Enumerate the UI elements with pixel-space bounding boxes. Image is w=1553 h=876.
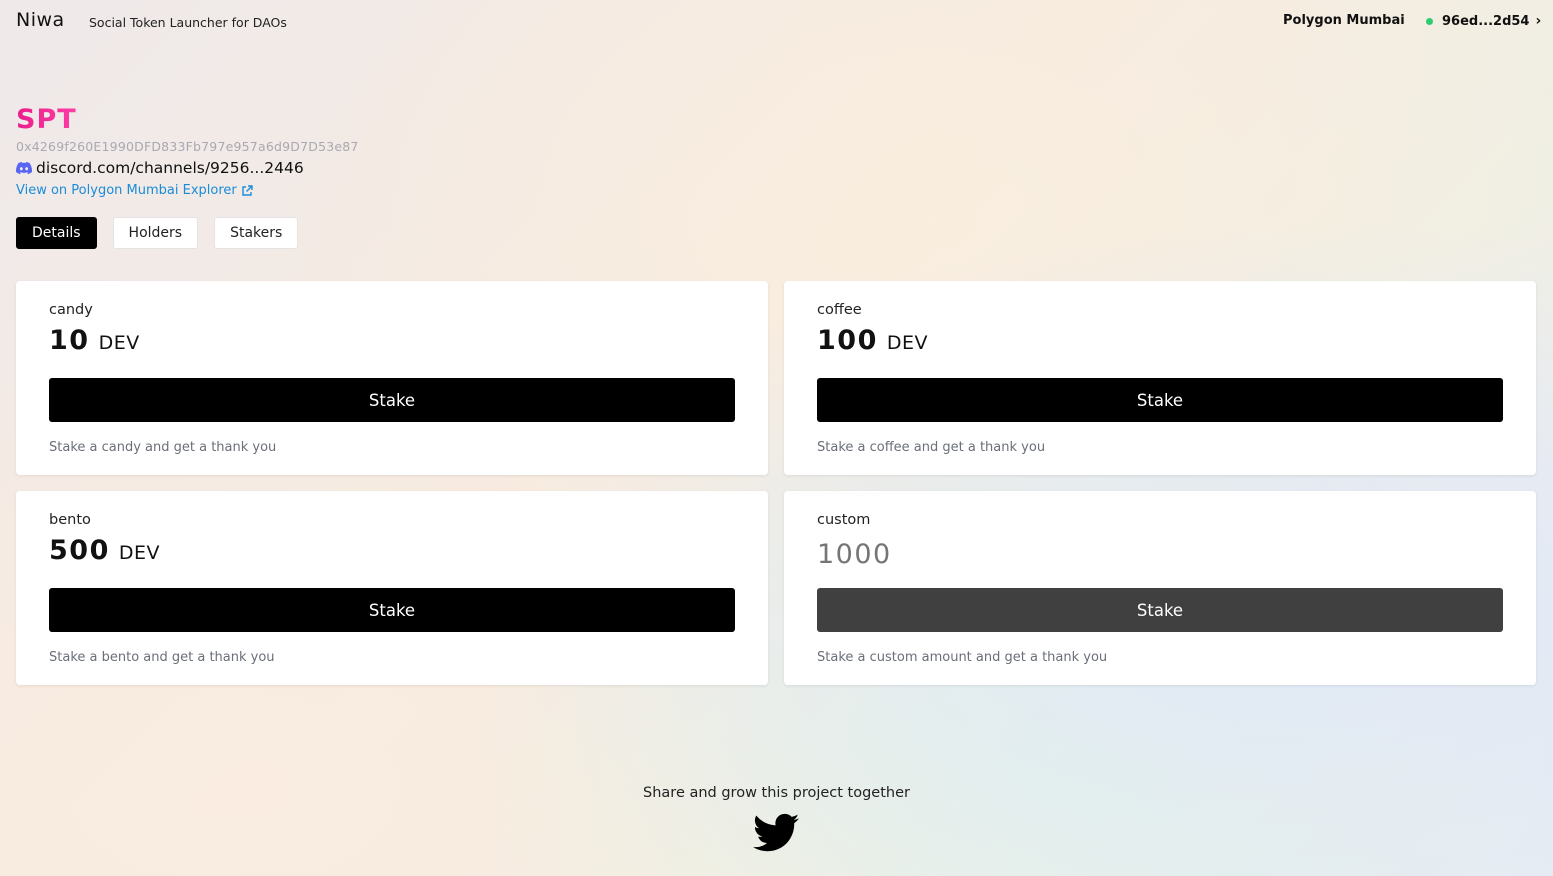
stake-amount-value: 100 [817,325,878,356]
wallet-status-dot-icon [1426,17,1433,25]
token-symbol: SPT [16,104,77,135]
tab-holders[interactable]: Holders [112,217,199,249]
discord-url: discord.com/channels/9256...2446 [36,159,304,177]
stake-card-name: coffee [817,302,862,318]
discord-link[interactable]: discord.com/channels/9256...2446 [16,159,304,177]
external-link-icon [242,184,253,196]
stake-amount-unit: DEV [118,542,161,564]
share-text: Share and grow this project together [643,785,910,801]
stake-button[interactable]: Stake [817,378,1503,422]
stake-amount: 100 DEV [817,325,928,356]
stake-card-description: Stake a bento and get a thank you [49,650,275,665]
brand-tagline: Social Token Launcher for DAOs [89,15,287,30]
twitter-icon[interactable] [753,813,799,853]
stake-card-description: Stake a candy and get a thank you [49,440,277,455]
token-address: 0x4269f260E1990DFD833Fb797e957a6d9D7D53e… [16,139,359,154]
tab-stakers[interactable]: Stakers [214,217,299,249]
network-selector[interactable]: Polygon Mumbai [1283,13,1405,28]
tab-bar: Details Holders Stakers [16,217,299,249]
stake-button[interactable]: Stake [49,378,735,422]
stake-card-name: custom [817,512,871,528]
explorer-link[interactable]: View on Polygon Mumbai Explorer [16,183,253,198]
custom-amount-input[interactable] [817,539,1117,570]
wallet-address: 96ed...2d54 [1442,13,1530,29]
chevron-right-icon: › [1535,13,1542,29]
explorer-link-label: View on Polygon Mumbai Explorer [16,183,237,198]
tab-details[interactable]: Details [16,217,97,249]
stake-card-bento: bento 500 DEV Stake Stake a bento and ge… [16,491,768,685]
stake-card-custom: custom Stake Stake a custom amount and g… [784,491,1536,685]
brand-logo[interactable]: Niwa [16,9,65,31]
stake-button[interactable]: Stake [49,588,735,632]
stake-card-candy: candy 10 DEV Stake Stake a candy and get… [16,281,768,475]
stake-button[interactable]: Stake [817,588,1503,632]
stake-amount-value: 10 [49,325,90,356]
stake-amount-unit: DEV [98,332,140,354]
wallet-button[interactable]: 96ed...2d54 › [1426,13,1541,29]
stake-card-coffee: coffee 100 DEV Stake Stake a coffee and … [784,281,1536,475]
stake-card-description: Stake a coffee and get a thank you [817,440,1046,455]
discord-icon [16,162,32,174]
stake-amount-unit: DEV [886,332,929,354]
stake-amount-value: 500 [49,535,110,566]
stake-card-name: bento [49,512,91,528]
stake-amount: 500 DEV [49,535,160,566]
top-bar: Niwa Social Token Launcher for DAOs Poly… [0,0,1553,44]
stake-card-description: Stake a custom amount and get a thank yo… [817,650,1108,665]
stake-amount: 10 DEV [49,325,140,356]
stake-card-name: candy [49,302,93,318]
